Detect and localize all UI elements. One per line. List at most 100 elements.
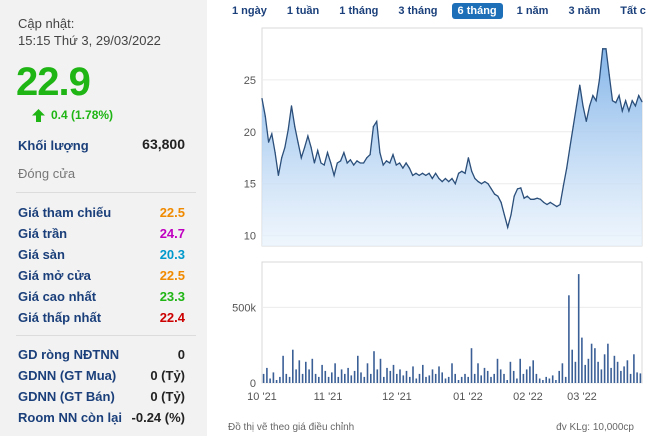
volume-bar bbox=[532, 360, 534, 383]
volume-bar bbox=[279, 376, 281, 383]
price-point bbox=[500, 201, 502, 203]
price-point bbox=[457, 172, 460, 174]
price-point bbox=[418, 174, 420, 177]
price-point bbox=[274, 151, 276, 154]
volume-bar bbox=[360, 372, 362, 383]
price-point bbox=[572, 126, 574, 128]
volume-bar bbox=[551, 375, 554, 383]
price-point bbox=[477, 181, 479, 183]
volume-bar bbox=[396, 373, 398, 383]
price-point bbox=[271, 133, 273, 135]
price-point bbox=[326, 151, 329, 154]
volume-bar bbox=[584, 364, 586, 383]
price-point bbox=[592, 94, 594, 97]
volume-bar bbox=[321, 364, 323, 383]
price-point bbox=[595, 100, 597, 102]
volume-bar bbox=[344, 373, 346, 383]
price-point bbox=[585, 120, 587, 123]
volume-bar bbox=[613, 355, 616, 383]
volume-unit: đv KLg: 10,000cp bbox=[556, 422, 634, 433]
price-point bbox=[638, 94, 640, 97]
price-point bbox=[513, 195, 515, 197]
price-point bbox=[310, 146, 312, 148]
price-point bbox=[454, 183, 456, 185]
volume-bar bbox=[366, 363, 369, 383]
volume-bar bbox=[422, 364, 424, 383]
price-point bbox=[566, 167, 568, 169]
price-point bbox=[464, 172, 466, 174]
x-tick-label: 03 '22 bbox=[567, 391, 597, 403]
volume-bar bbox=[633, 354, 635, 383]
price-point bbox=[267, 141, 270, 143]
price-point bbox=[284, 146, 286, 148]
volume-bar bbox=[499, 369, 502, 383]
price-point bbox=[569, 146, 571, 148]
volume-bar bbox=[464, 373, 466, 383]
volume-bar bbox=[636, 372, 638, 383]
volume-bar bbox=[412, 366, 414, 383]
price-point bbox=[490, 188, 492, 190]
volume-bar bbox=[529, 366, 531, 383]
volume-bar bbox=[383, 376, 385, 383]
volume-bar bbox=[535, 373, 538, 383]
price-point bbox=[330, 162, 332, 164]
volume-bar bbox=[587, 358, 590, 383]
price-point bbox=[549, 201, 551, 203]
volume-bar bbox=[438, 366, 440, 383]
volume-bar bbox=[370, 373, 372, 383]
price-point bbox=[533, 198, 535, 200]
volume-bar bbox=[623, 366, 625, 383]
volume-tick-label: 0 bbox=[250, 378, 256, 390]
volume-bar bbox=[503, 373, 505, 383]
volume-bar bbox=[405, 370, 408, 383]
price-point bbox=[398, 162, 401, 164]
volume-bar bbox=[574, 361, 577, 383]
volume-bar bbox=[324, 370, 327, 383]
volume-bar bbox=[616, 361, 619, 383]
volume-bar bbox=[353, 370, 356, 383]
price-point bbox=[467, 157, 469, 159]
x-tick-label: 12 '21 bbox=[382, 391, 412, 403]
volume-bar bbox=[262, 373, 265, 383]
price-point bbox=[313, 162, 316, 164]
volume-bar bbox=[347, 367, 349, 383]
price-point bbox=[333, 174, 335, 177]
volume-bar bbox=[509, 361, 512, 383]
price-point bbox=[385, 160, 388, 162]
volume-tick-label: 500k bbox=[232, 302, 256, 314]
price-point bbox=[395, 164, 397, 166]
price-point bbox=[546, 203, 548, 206]
volume-bar bbox=[308, 369, 310, 383]
x-tick-label: 01 '22 bbox=[453, 391, 483, 403]
price-point bbox=[556, 205, 558, 208]
price-point bbox=[320, 162, 322, 164]
volume-bar bbox=[350, 375, 353, 383]
price-point bbox=[444, 177, 447, 180]
price-point bbox=[559, 203, 561, 206]
price-point bbox=[543, 201, 545, 203]
volume-bar bbox=[629, 373, 632, 383]
price-point bbox=[366, 157, 368, 159]
x-tick-label: 02 '22 bbox=[513, 391, 543, 403]
price-point bbox=[356, 160, 358, 162]
price-point bbox=[300, 157, 302, 159]
volume-bar bbox=[577, 274, 580, 383]
volume-bar bbox=[607, 343, 609, 383]
price-point bbox=[579, 84, 581, 86]
price-point bbox=[402, 167, 404, 169]
price-point bbox=[372, 126, 374, 128]
price-point bbox=[539, 198, 542, 200]
volume-bar bbox=[564, 376, 567, 383]
volume-bar bbox=[519, 358, 521, 383]
volume-bar bbox=[542, 380, 544, 383]
price-point bbox=[484, 181, 486, 183]
price-point bbox=[307, 135, 309, 137]
price-point bbox=[389, 162, 391, 164]
price-point bbox=[582, 105, 584, 107]
price-volume-chart: 10 15 20 25 0 500k 10 '21 11 '21 12 '21 01 '22 0… bbox=[232, 27, 643, 403]
volume-bar bbox=[496, 358, 499, 383]
volume-bar bbox=[269, 378, 271, 383]
volume-bar bbox=[451, 363, 453, 383]
price-point bbox=[602, 48, 604, 50]
volume-bar bbox=[298, 360, 301, 383]
